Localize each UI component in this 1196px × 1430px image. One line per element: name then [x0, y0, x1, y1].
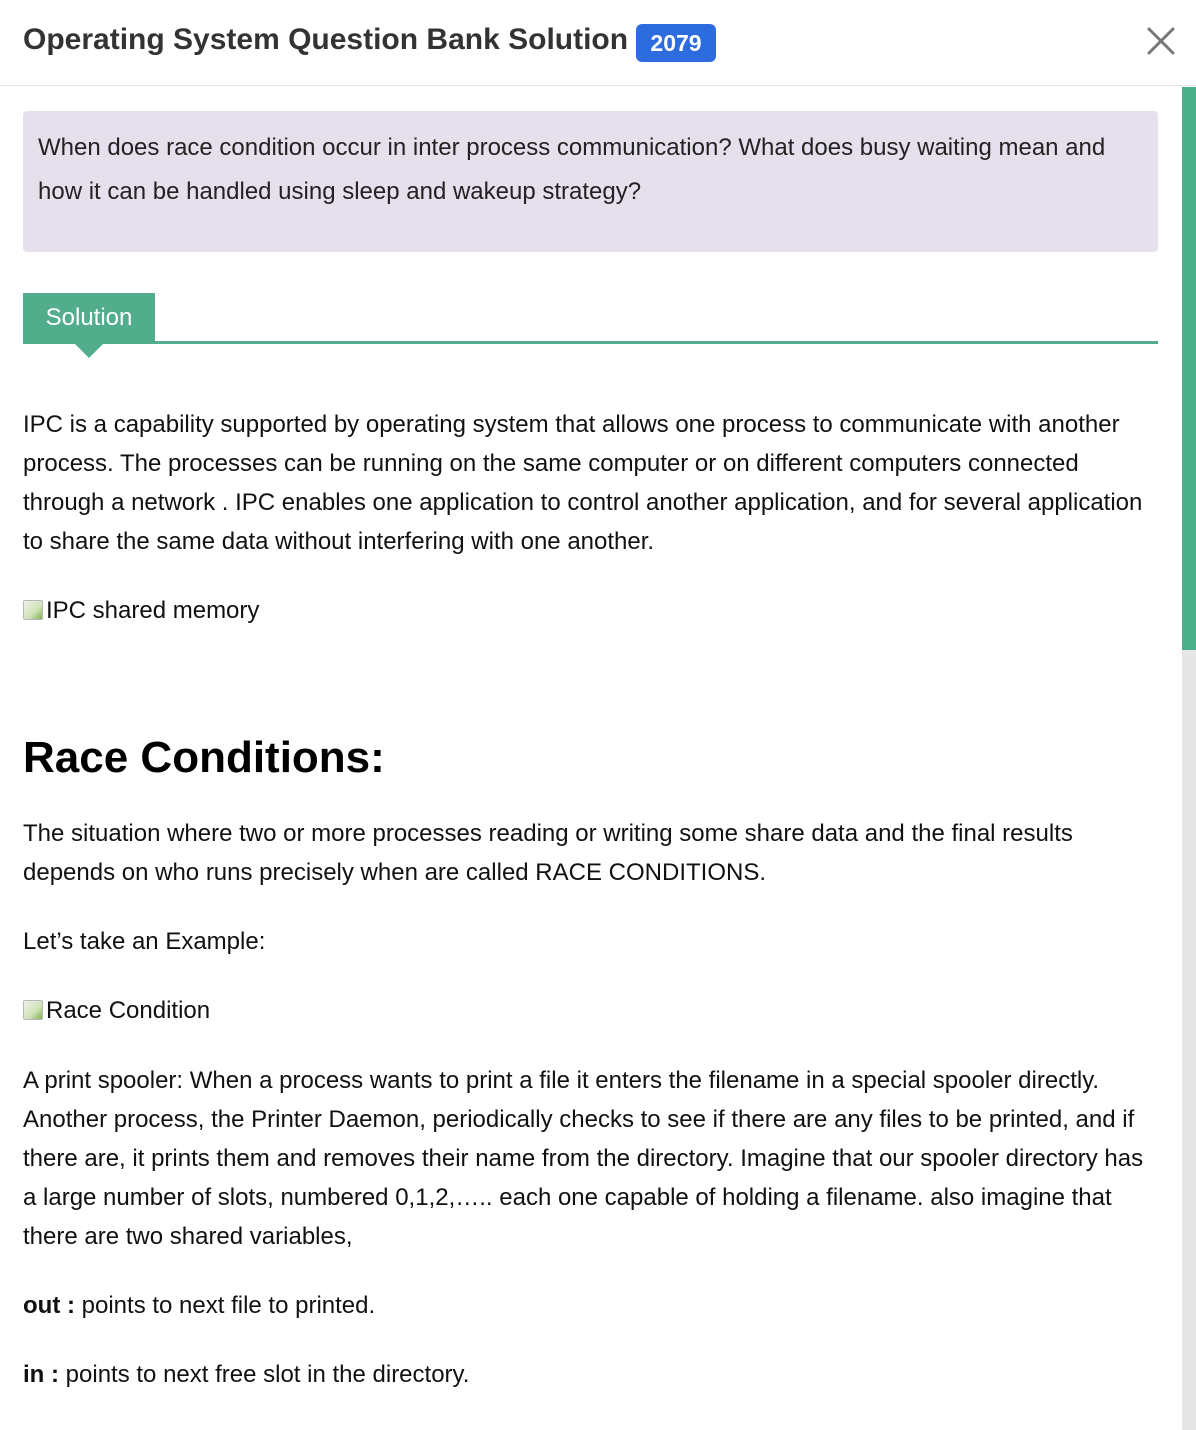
solution-tab-arrow — [74, 343, 104, 358]
example-intro-paragraph: Let’s take an Example: — [23, 928, 266, 955]
out-label: out : — [23, 1292, 75, 1319]
question-box: When does race condition occur in inter … — [23, 111, 1158, 252]
broken-image-icon — [23, 600, 43, 620]
page-title: Operating System Question Bank Solution — [23, 23, 629, 56]
out-text: points to next file to printed. — [74, 1292, 376, 1319]
in-variable-paragraph: in : points to next free slot in the dir… — [23, 1355, 1158, 1394]
race-condition-image: Race Condition — [23, 993, 210, 1029]
race-conditions-heading: Race Conditions: — [23, 733, 385, 782]
in-label: in : — [23, 1361, 59, 1388]
question-text: When does race condition occur in inter … — [38, 134, 1106, 205]
solution-tab: Solution — [23, 293, 155, 343]
image-alt-text: IPC shared memory — [46, 597, 260, 624]
scrollbar[interactable] — [1182, 87, 1196, 1430]
broken-image-icon — [23, 1000, 43, 1020]
race-definition-paragraph: The situation where two or more processe… — [23, 820, 1073, 886]
year-badge: 2079 — [636, 24, 716, 62]
spooler-paragraph: A print spooler: When a process wants to… — [23, 1067, 1144, 1250]
out-variable-paragraph: out : points to next file to printed. — [23, 1286, 1158, 1325]
image-alt-text: Race Condition — [46, 997, 211, 1024]
in-text: points to next free slot in the director… — [59, 1361, 470, 1388]
modal-content[interactable]: When does race condition occur in inter … — [0, 87, 1182, 1430]
scrollbar-thumb[interactable] — [1182, 87, 1196, 650]
intro-paragraph: IPC is a capability supported by operati… — [23, 411, 1143, 555]
ipc-shared-memory-image: IPC shared memory — [23, 593, 259, 629]
solution-divider — [23, 341, 1158, 344]
close-icon — [1147, 27, 1175, 55]
close-button[interactable] — [1140, 20, 1182, 62]
modal-header: Operating System Question Bank Solution … — [0, 0, 1196, 86]
